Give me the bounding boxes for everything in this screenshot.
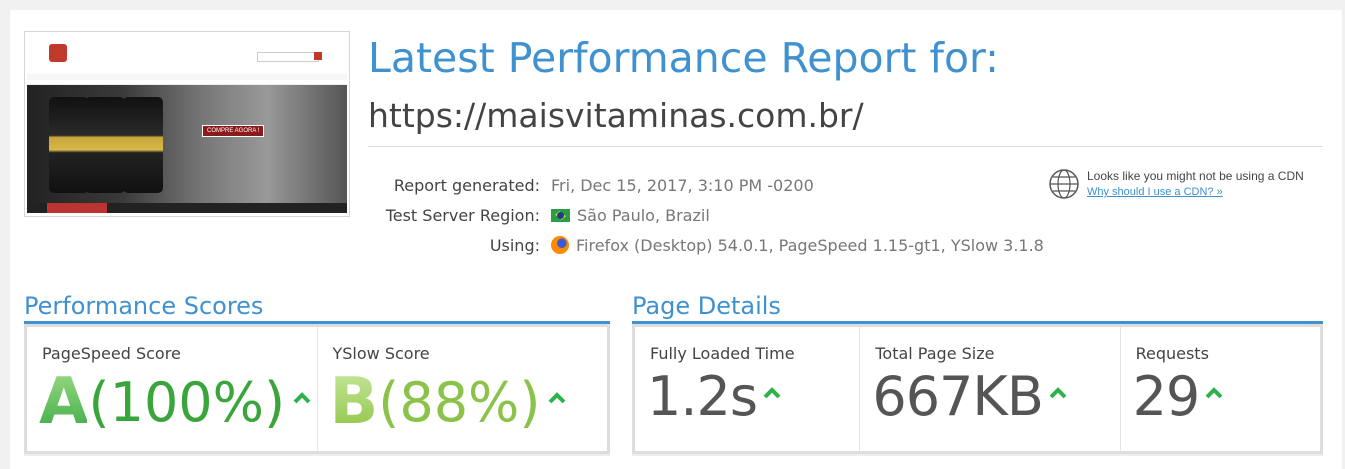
- page-size-label: Total Page Size: [875, 344, 995, 363]
- page-details-heading: Page Details: [632, 292, 781, 320]
- thumbnail-tabs: [27, 203, 347, 213]
- meta-value: Firefox (Desktop) 54.0.1, PageSpeed 1.15…: [551, 236, 1044, 255]
- yslow-label: YSlow Score: [332, 344, 430, 363]
- meta-label: Test Server Region:: [385, 205, 540, 225]
- thumbnail-search-button: [314, 52, 322, 60]
- thumbnail-site-header: [27, 34, 347, 85]
- chevron-up-icon: [763, 386, 781, 398]
- report-date: Fri, Dec 15, 2017, 3:10 PM -0200: [551, 175, 814, 195]
- page-size-value: 667KB: [872, 365, 1067, 428]
- chevron-up-icon: [1049, 386, 1067, 398]
- chevron-up-icon: [293, 392, 311, 404]
- firefox-icon: [551, 236, 569, 254]
- performance-scores-panel: PageSpeed Score A (100%) YSlow Score B (…: [24, 324, 610, 454]
- yslow-grade: B: [329, 365, 379, 439]
- meta-value: Fri, Dec 15, 2017, 3:10 PM -0200: [551, 176, 814, 195]
- thumbnail-product-tub: [85, 97, 125, 193]
- page-details-panel: Fully Loaded Time 1.2s Total Page Size 6…: [632, 324, 1323, 454]
- thumbnail-nav: [27, 74, 347, 80]
- pagespeed-label: PageSpeed Score: [42, 344, 181, 363]
- meta-label: Using:: [489, 235, 540, 255]
- meta-value: São Paulo, Brazil: [551, 206, 710, 225]
- requests-cell[interactable]: Requests 29: [1121, 327, 1320, 451]
- requests-count: 29: [1132, 365, 1201, 428]
- cdn-message: Looks like you might not be using a CDN: [1087, 169, 1304, 183]
- brazil-flag-icon: [551, 208, 570, 222]
- meta-row-report-generated: Report generated: Fri, Dec 15, 2017, 3:1…: [368, 170, 1044, 200]
- globe-icon: [1049, 169, 1079, 199]
- site-screenshot-thumbnail[interactable]: COMPRE AGORA !: [24, 31, 350, 217]
- thumbnail-cta: COMPRE AGORA !: [202, 125, 265, 137]
- thumbnail-tab: [47, 203, 107, 213]
- pagespeed-value: A (100%): [39, 365, 311, 439]
- thumbnail-product-tub: [123, 97, 163, 193]
- requests-value: 29: [1133, 365, 1224, 428]
- pagespeed-grade: A: [39, 365, 89, 439]
- pagespeed-score-cell[interactable]: PageSpeed Score A (100%): [27, 327, 318, 451]
- yslow-value: B (88%): [330, 365, 567, 439]
- cdn-help-link[interactable]: Why should I use a CDN? »: [1087, 186, 1223, 198]
- report-title: Latest Performance Report for:: [368, 34, 999, 82]
- meta-row-server-region: Test Server Region: São Paulo, Brazil: [368, 200, 1044, 230]
- server-region: São Paulo, Brazil: [577, 205, 710, 225]
- total-page-size: 667KB: [872, 365, 1044, 428]
- cdn-notice: Looks like you might not be using a CDN …: [1048, 168, 1328, 208]
- fully-loaded-cell[interactable]: Fully Loaded Time 1.2s: [635, 327, 861, 451]
- header-divider: [368, 146, 1323, 147]
- meta-row-using: Using: Firefox (Desktop) 54.0.1, PageSpe…: [368, 230, 1044, 260]
- yslow-percent: (88%): [378, 370, 541, 434]
- fully-loaded-time: 1.2s: [647, 365, 758, 428]
- meta-label: Report generated:: [393, 175, 540, 195]
- performance-scores-heading: Performance Scores: [24, 292, 264, 320]
- fully-loaded-value: 1.2s: [647, 365, 781, 428]
- page-size-cell[interactable]: Total Page Size 667KB: [860, 327, 1121, 451]
- yslow-score-cell[interactable]: YSlow Score B (88%): [318, 327, 608, 451]
- thumbnail-product-tub: [49, 97, 89, 193]
- test-browser-info: Firefox (Desktop) 54.0.1, PageSpeed 1.15…: [576, 235, 1044, 255]
- thumbnail-logo: [49, 44, 67, 62]
- chevron-up-icon: [1205, 386, 1223, 398]
- thumbnail-hero: COMPRE AGORA !: [27, 85, 347, 203]
- chevron-up-icon: [549, 392, 566, 404]
- pagespeed-percent: (100%): [88, 370, 286, 434]
- report-meta: Report generated: Fri, Dec 15, 2017, 3:1…: [368, 170, 1044, 260]
- report-url: https://maisvitaminas.com.br/: [368, 96, 864, 135]
- requests-label: Requests: [1135, 344, 1209, 363]
- report-card: COMPRE AGORA ! Latest Performance Report…: [10, 10, 1342, 469]
- thumbnail-search: [257, 52, 319, 62]
- fully-loaded-label: Fully Loaded Time: [650, 344, 795, 363]
